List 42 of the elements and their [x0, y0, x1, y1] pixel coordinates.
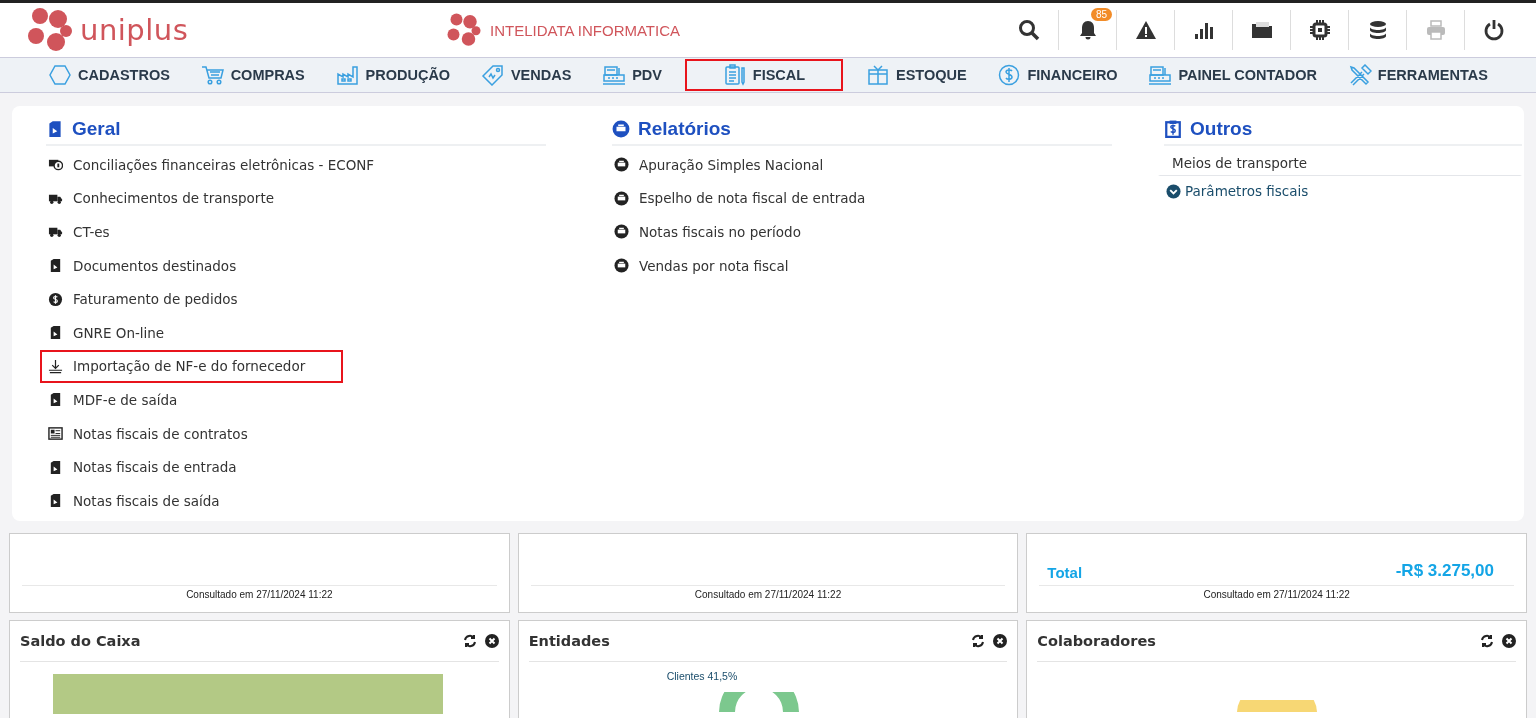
nav-tab[interactable]: FERRAMENTAS	[1339, 59, 1496, 91]
section-title: Geral	[72, 118, 121, 140]
section-title: Relatórios	[638, 118, 731, 140]
consulted-timestamp: Consultado em 27/11/2024 11:22	[693, 588, 843, 600]
app-logo-text: uniplus	[80, 13, 189, 47]
menu-item[interactable]: Notas fiscais no período	[606, 215, 809, 249]
nav-tab[interactable]: COMPRAS	[192, 59, 313, 91]
section-title: Outros	[1190, 118, 1253, 140]
widget-title: Colaboradores	[1037, 633, 1156, 649]
nav-tab[interactable]: ESTOQUE	[857, 59, 975, 91]
menu-item[interactable]: Notas fiscais de saída	[40, 483, 228, 518]
consulted-timestamp: Consultado em 27/11/2024 11:22	[1202, 588, 1351, 600]
consulted-timestamp: Consultado em 27/11/2024 11:22	[185, 588, 334, 600]
nav-tab[interactable]: CADASTROS	[40, 59, 178, 91]
chart-label: Clientes 41,5%	[666, 670, 738, 682]
nav-tab[interactable]: PAINEL CONTADOR	[1140, 59, 1325, 91]
menu-item[interactable]: MDF-e de saída	[40, 383, 186, 417]
widget-title: Entidades	[528, 633, 610, 649]
menu-item[interactable]: Apuração Simples Nacional	[606, 148, 832, 182]
menu-item[interactable]: Vendas por nota fiscal	[606, 248, 797, 283]
menu-item[interactable]: Espelho de nota fiscal de entrada	[606, 181, 874, 216]
nav-tab[interactable]: PRODUÇÃO	[327, 59, 459, 91]
menu-item[interactable]: Notas fiscais de contratos	[40, 416, 256, 451]
menu-item[interactable]: Importação de NF-e do fornecedor	[40, 349, 344, 384]
nav-tab[interactable]: VENDAS	[472, 59, 580, 91]
menu-item[interactable]: CT-es	[40, 215, 118, 249]
widget-title: Saldo do Caixa	[20, 633, 141, 649]
nav-tab[interactable]: FINANCEIRO	[989, 59, 1126, 91]
total-label: Total	[1047, 564, 1083, 581]
notification-badge: 85	[1091, 8, 1113, 21]
menu-item[interactable]: Conhecimentos de transporte	[40, 181, 283, 216]
menu-item[interactable]: Notas fiscais de entrada	[40, 450, 245, 484]
menu-item[interactable]: Documentos destinados	[40, 248, 245, 283]
nav-tab[interactable]: PDV	[594, 59, 670, 91]
menu-item[interactable]: Meios de transporte	[1158, 148, 1522, 176]
menu-item[interactable]: Conciliações financeiras eletrônicas - ECONF	[40, 148, 383, 182]
expandable-menu-item[interactable]: Parâmetros fiscais	[1158, 176, 1317, 206]
total-value: -R$ 3.275,00	[1395, 561, 1494, 581]
menu-item[interactable]: Faturamento de pedidos	[40, 282, 246, 316]
nav-tab[interactable]: FISCAL	[684, 59, 844, 91]
menu-item[interactable]: GNRE On-line	[40, 315, 173, 350]
company-name: INTELIDATA INFORMATICA	[490, 21, 680, 39]
